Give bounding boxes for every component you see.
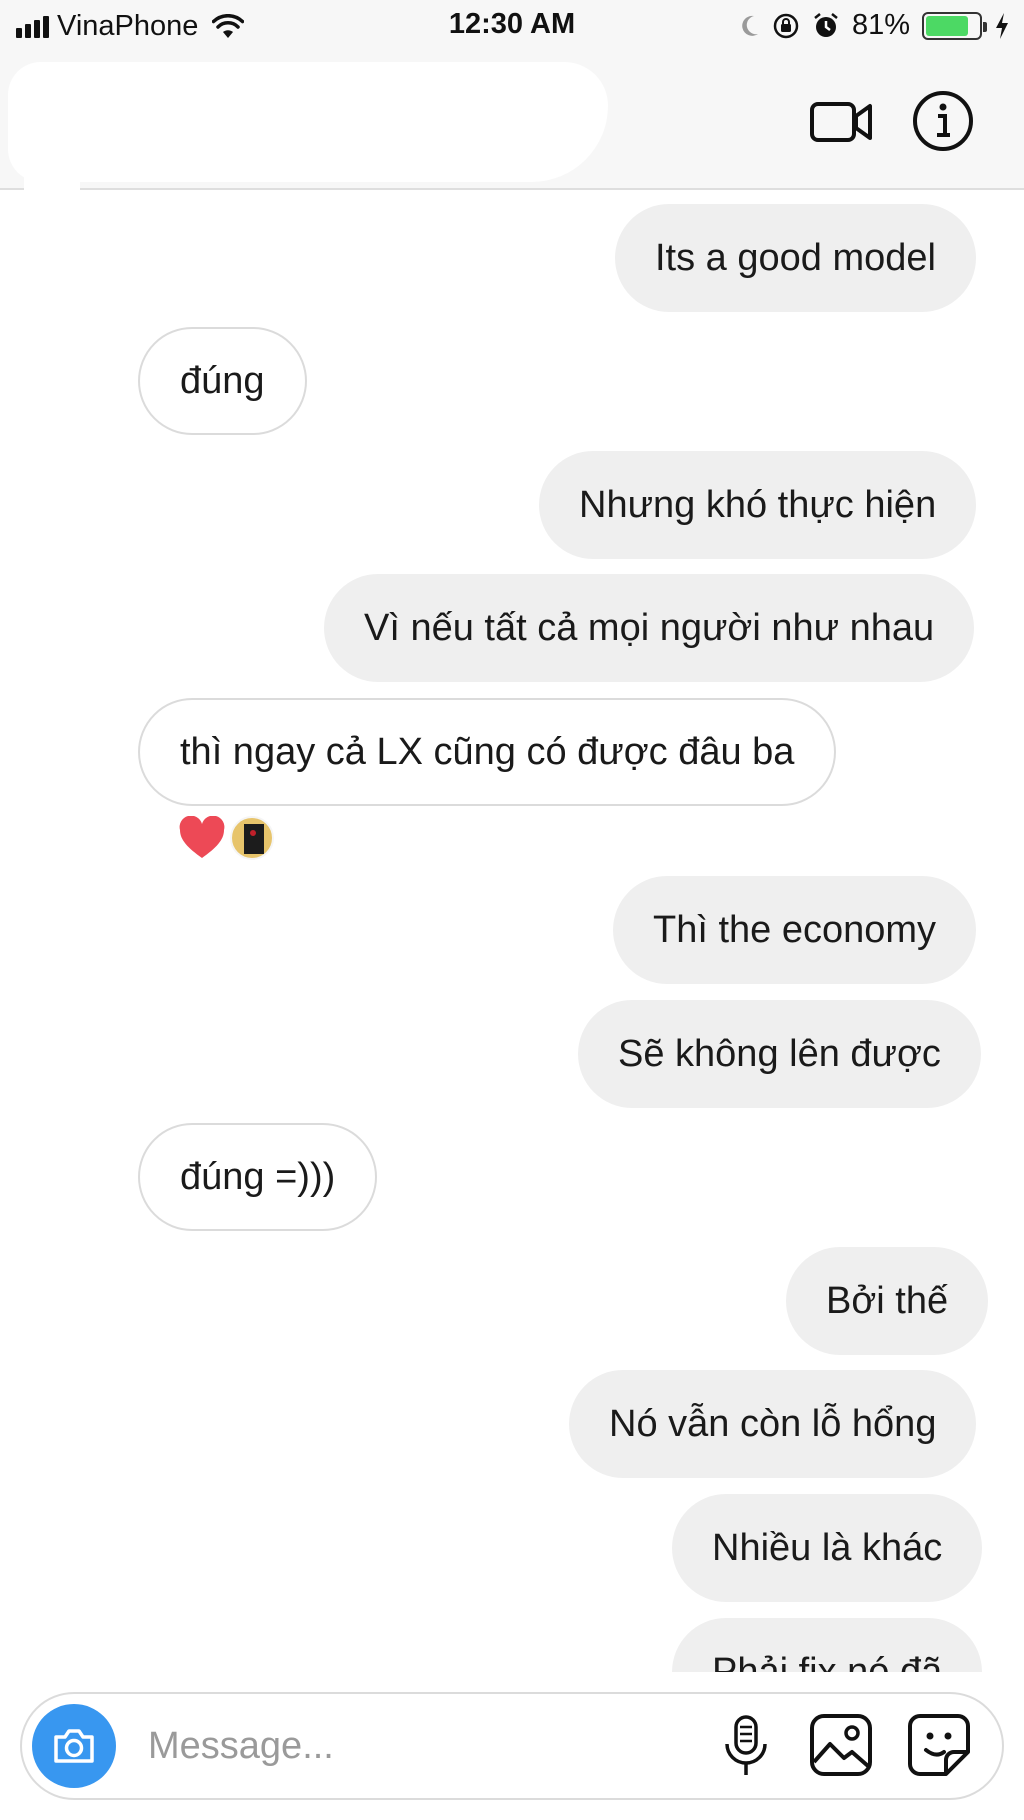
charging-icon	[996, 12, 1008, 39]
message-bubble-outgoing[interactable]: Nó vẫn còn lỗ hổng	[569, 1370, 977, 1478]
battery-percent: 81%	[851, 9, 910, 41]
info-icon[interactable]	[912, 90, 974, 152]
moon-icon	[742, 15, 758, 36]
message-bubble-outgoing[interactable]: Vì nếu tất cả mọi người như nhau	[324, 574, 975, 682]
camera-icon	[54, 1729, 94, 1763]
gallery-icon[interactable]	[808, 1712, 874, 1778]
heart-icon	[179, 816, 225, 858]
microphone-icon[interactable]	[718, 1714, 774, 1778]
message-bubble-outgoing[interactable]: Nhưng khó thực hiện	[539, 451, 977, 559]
status-right: 81%	[740, 9, 1010, 42]
redacted-contact-name	[8, 62, 608, 182]
video-call-icon[interactable]	[810, 98, 874, 146]
message-bubble-incoming[interactable]: thì ngay cả LX cũng có được đâu ba	[138, 698, 837, 806]
sticker-icon[interactable]	[906, 1712, 972, 1778]
message-bubble-incoming[interactable]: đúng =)))	[138, 1123, 378, 1231]
message-composer	[20, 1692, 1004, 1800]
message-reactions[interactable]	[178, 816, 274, 860]
status-bar: VinaPhone 12:30 AM 81%	[0, 0, 1024, 50]
battery-icon	[922, 11, 987, 40]
message-bubble-outgoing[interactable]: Sẽ không lên được	[578, 1000, 981, 1108]
message-bubble-incoming[interactable]: đúng	[138, 327, 307, 435]
message-input[interactable]	[148, 1718, 588, 1774]
message-thread: Its a good model đúng Nhưng khó thực hiệ…	[0, 192, 1024, 1672]
composer-area	[0, 1672, 1024, 1820]
orientation-lock-icon	[773, 13, 799, 38]
alarm-icon	[814, 12, 838, 37]
message-bubble-outgoing[interactable]: Its a good model	[615, 204, 976, 312]
message-bubble-outgoing[interactable]: Nhiều là khác	[672, 1494, 983, 1602]
message-bubble-outgoing[interactable]: Bởi thế	[786, 1247, 989, 1355]
chat-screen: VinaPhone 12:30 AM 81% Its a good model …	[0, 0, 1024, 1820]
conversation-header	[0, 50, 1024, 240]
message-bubble-outgoing[interactable]: Phải fix nó đã	[672, 1618, 983, 1672]
battery-level	[926, 15, 969, 36]
reactor-avatar	[230, 816, 274, 860]
message-bubble-outgoing[interactable]: Thì the economy	[613, 876, 977, 984]
camera-button[interactable]	[32, 1704, 116, 1788]
